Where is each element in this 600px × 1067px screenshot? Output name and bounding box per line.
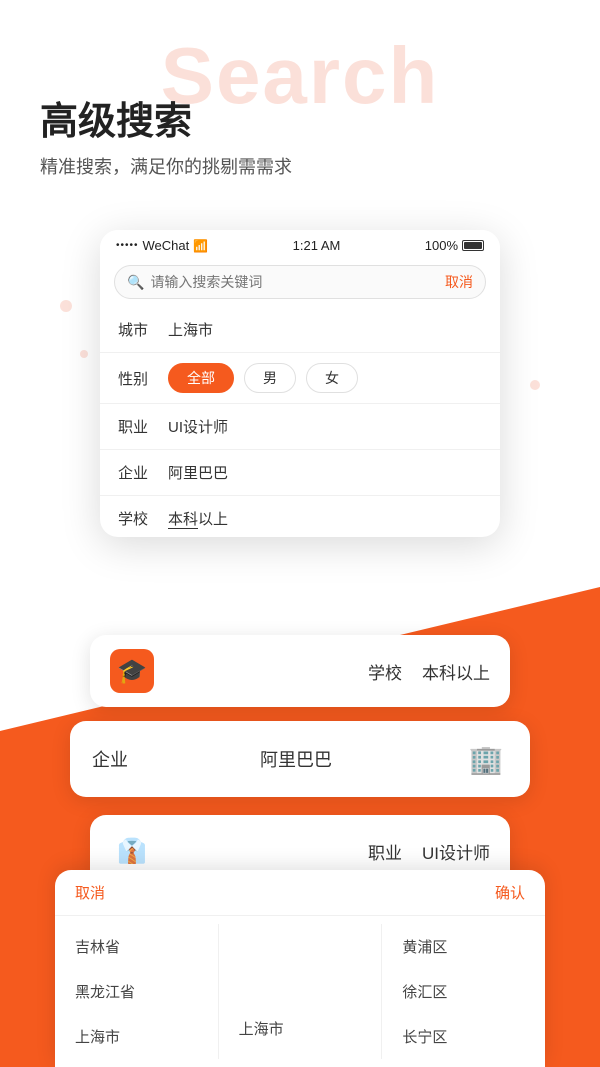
location-item-xuhui[interactable]: 徐汇区 (382, 969, 545, 1014)
gender-row: 性别 全部 男 女 (100, 353, 500, 404)
status-time: 1:21 AM (293, 238, 341, 253)
school-overlay-label: 学校 (368, 659, 402, 684)
school-value: 本科以上 (168, 508, 228, 529)
job-value: UI设计师 (168, 416, 228, 437)
city-value: 上海市 (168, 319, 213, 340)
school-value-underline: 本科 (168, 511, 198, 529)
page-subtitle: 精准搜索，满足你的挑剔需需求 (40, 153, 560, 179)
job-row: 职业 UI设计师 (100, 404, 500, 450)
search-icon: 🔍 (127, 274, 144, 291)
gender-female-button[interactable]: 女 (306, 363, 358, 393)
job-overlay-content: 职业 UI设计师 (166, 839, 490, 864)
location-item-city-empty2 (219, 965, 382, 1006)
location-col-province: 吉林省 黑龙江省 上海市 (55, 924, 219, 1059)
company-label: 企业 (118, 462, 168, 483)
status-left: ••••• WeChat 📶 (116, 238, 208, 253)
location-panel-actions: 取消 确认 (55, 870, 545, 916)
job-label: 职业 (118, 416, 168, 437)
dot-2 (80, 350, 88, 358)
location-item-jilin[interactable]: 吉林省 (55, 924, 218, 969)
city-label: 城市 (118, 319, 168, 340)
status-app: WeChat (143, 238, 190, 253)
dot-3 (530, 380, 540, 390)
location-item-changning[interactable]: 长宁区 (382, 1014, 545, 1059)
school-icon: 🎓 (110, 649, 154, 693)
company-row: 企业 阿里巴巴 (100, 450, 500, 496)
school-label: 学校 (118, 508, 168, 529)
company-building-icon: 🏢 (464, 737, 508, 781)
company-value: 阿里巴巴 (168, 462, 228, 483)
job-overlay-label: 职业 (368, 839, 402, 864)
school-overlay-value: 本科以上 (422, 659, 490, 684)
status-wifi-icon: 📶 (193, 239, 208, 253)
phone-card: ••••• WeChat 📶 1:21 AM 100% 🔍 取消 城市 上海市 … (100, 230, 500, 537)
school-overlay-content: 学校 本科以上 (166, 659, 490, 684)
company-overlay-card: 企业 阿里巴巴 🏢 (70, 721, 530, 797)
gender-label: 性别 (118, 368, 168, 389)
location-item-huangpu[interactable]: 黄浦区 (382, 924, 545, 969)
location-panel: 取消 确认 吉林省 黑龙江省 上海市 上海市 黄浦区 徐汇区 长宁区 (55, 870, 545, 1067)
location-cancel-button[interactable]: 取消 (75, 882, 105, 903)
company-overlay-value: 阿里巴巴 (142, 746, 450, 772)
company-overlay-label: 企业 (92, 746, 128, 772)
job-overlay-value: UI设计师 (422, 839, 490, 864)
job-tie-icon: 👔 (110, 829, 154, 873)
location-col-city: 上海市 (219, 924, 383, 1059)
status-bar: ••••• WeChat 📶 1:21 AM 100% (100, 230, 500, 257)
school-row: 学校 本科以上 (100, 496, 500, 537)
city-row: 城市 上海市 (100, 307, 500, 353)
gender-male-button[interactable]: 男 (244, 363, 296, 393)
gender-all-button[interactable]: 全部 (168, 363, 234, 393)
search-input[interactable] (150, 274, 435, 290)
location-confirm-button[interactable]: 确认 (495, 882, 525, 903)
location-columns: 吉林省 黑龙江省 上海市 上海市 黄浦区 徐汇区 长宁区 (55, 916, 545, 1067)
location-item-city-empty1 (219, 924, 382, 965)
battery-icon (462, 240, 484, 251)
location-col-district: 黄浦区 徐汇区 长宁区 (382, 924, 545, 1059)
page-title: 高级搜索 (40, 90, 560, 145)
battery-percent: 100% (425, 238, 458, 253)
location-item-shanghai-city[interactable]: 上海市 (219, 1006, 382, 1051)
location-item-heilongjiang[interactable]: 黑龙江省 (55, 969, 218, 1014)
school-overlay-card: 🎓 学校 本科以上 (90, 635, 510, 707)
dot-1 (60, 300, 72, 312)
search-cancel-button[interactable]: 取消 (445, 272, 473, 292)
status-dots: ••••• (116, 240, 139, 251)
gender-buttons: 全部 男 女 (168, 363, 358, 393)
location-item-shanghai-prov[interactable]: 上海市 (55, 1014, 218, 1059)
top-section: Search 高级搜索 精准搜索，满足你的挑剔需需求 (0, 0, 600, 209)
status-right: 100% (425, 238, 484, 253)
search-bar[interactable]: 🔍 取消 (114, 265, 486, 299)
